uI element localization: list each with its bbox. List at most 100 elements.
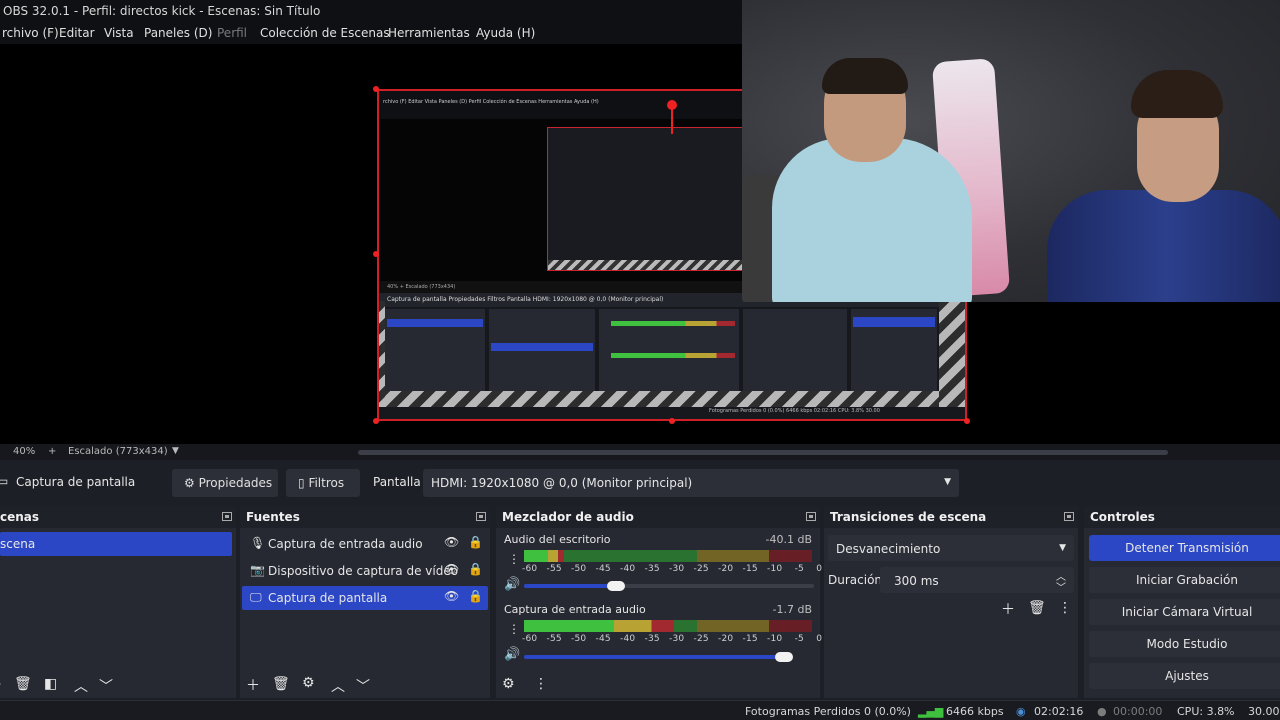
menu-help[interactable]: Ayuda (H)	[476, 26, 535, 40]
properties-button[interactable]: ⚙ Propiedades	[172, 469, 278, 497]
channel-name-desktop: Audio del escritorio	[504, 533, 611, 546]
studio-mode-button[interactable]: Modo Estudio	[1089, 631, 1280, 657]
menu-view[interactable]: Vista	[104, 26, 134, 40]
sources-title: Fuentes	[246, 510, 300, 524]
nested-inner-preview	[547, 127, 743, 271]
add-source-icon[interactable]: ＋	[246, 675, 260, 695]
window-title: OBS 32.0.1 - Perfil: directos kick - Esc…	[3, 4, 321, 18]
channel-db-audio-input: -1.7 dB	[772, 603, 813, 616]
volume-knob-desktop[interactable]	[607, 581, 625, 591]
transition-menu-icon[interactable]: ⋮	[1058, 600, 1072, 616]
chevron-down-icon[interactable]: ﹀	[99, 676, 113, 696]
menu-profile[interactable]: Perfil	[217, 26, 247, 40]
chevron-down-icon[interactable]: ﹀	[356, 676, 370, 696]
microphone-icon: 🎙	[250, 536, 266, 550]
menu-bar: rchivo (F) Editar Vista Paneles (D) Perf…	[0, 22, 742, 44]
menu-edit[interactable]: Editar	[59, 26, 95, 40]
filter-icon: ▯	[298, 476, 305, 490]
stream-time: 02:02:16	[1034, 705, 1084, 718]
resize-handle-br[interactable]	[964, 418, 970, 424]
menu-docks[interactable]: Paneles (D)	[144, 26, 212, 40]
source-item-video-capture[interactable]: 📷 Dispositivo de captura de vídeo 👁 🔒	[242, 559, 488, 583]
nested-transitions-dock	[743, 309, 847, 393]
undock-icon[interactable]	[1064, 512, 1074, 521]
zoom-dropdown-icon[interactable]: ▼	[172, 446, 179, 456]
record-icon: ●	[1097, 705, 1107, 718]
start-virtual-camera-button[interactable]: Iniciar Cámara Virtual	[1089, 599, 1280, 625]
resize-handle-b[interactable]	[669, 418, 675, 424]
nested-sources-dock	[489, 309, 595, 393]
scenes-title: cenas	[0, 510, 40, 524]
lock-icon[interactable]: 🔒	[468, 562, 483, 576]
lock-icon[interactable]: 🔒	[468, 535, 483, 549]
eye-icon[interactable]: 👁	[444, 589, 459, 603]
meter-scale: -60 -55 -50 -45 -40 -35 -30 -25 -20 -15 …	[522, 564, 823, 574]
zoom-in-button[interactable]: +	[48, 446, 56, 457]
add-transition-icon[interactable]: ＋	[1001, 599, 1015, 619]
nested-hazard-left	[379, 301, 385, 407]
undock-icon[interactable]	[222, 512, 232, 521]
selected-source-name: Captura de pantalla	[16, 475, 136, 489]
transitions-title: Transiciones de escena	[830, 510, 987, 524]
duration-label: Duración	[828, 573, 883, 587]
stop-streaming-button[interactable]: Detener Transmisión	[1089, 535, 1280, 561]
source-item-audio-input[interactable]: 🎙 Captura de entrada audio 👁 🔒	[242, 532, 488, 556]
menu-file[interactable]: rchivo (F)	[2, 26, 59, 40]
spin-down-icon[interactable]: ﹀	[1056, 579, 1066, 594]
chevron-down-icon: ▼	[944, 477, 951, 487]
dropped-frames: Fotogramas Perdidos 0 (0.0%)	[745, 705, 911, 718]
eye-icon[interactable]: 👁	[444, 535, 459, 549]
signal-bars-icon: ▂▄▆	[918, 705, 944, 718]
volume-slider-desktop[interactable]	[524, 584, 617, 588]
meter-scale: -60 -55 -50 -45 -40 -35 -30 -25 -20 -15 …	[522, 634, 823, 644]
undock-icon[interactable]	[806, 512, 816, 521]
menu-scene-collection[interactable]: Colección de Escenas	[260, 26, 390, 40]
nested-mixer-dock	[599, 309, 739, 393]
rotation-handle[interactable]	[667, 100, 677, 110]
filters-button[interactable]: ▯ Filtros	[286, 469, 360, 497]
status-bar: Fotogramas Perdidos 0 (0.0%) ▂▄▆ 6466 kb…	[0, 700, 1280, 720]
channel-name-audio-input: Captura de entrada audio	[504, 603, 646, 616]
duration-input[interactable]: 300 ms ︿ ﹀	[880, 567, 1074, 594]
trash-icon[interactable]: 🗑	[272, 676, 290, 692]
scenes-dock: cenas scena - 🗑 ◧ ︿ ﹀	[0, 506, 236, 698]
channel-menu-icon[interactable]: ⋮	[508, 552, 520, 566]
speaker-icon[interactable]: 🔊	[504, 647, 520, 662]
volume-knob-audio-input[interactable]	[775, 652, 793, 662]
transition-select[interactable]: Desvanecimiento ▼	[828, 535, 1074, 561]
controls-dock: Controles Detener Transmisión Iniciar Gr…	[1084, 506, 1280, 698]
add-scene-icon[interactable]: -	[0, 676, 1, 692]
source-item-screen-capture[interactable]: 🖵 Captura de pantalla 👁 🔒	[242, 586, 488, 610]
scene-filter-icon[interactable]: ◧	[44, 676, 57, 692]
menu-tools[interactable]: Herramientas	[388, 26, 470, 40]
resize-handle-bl[interactable]	[373, 418, 379, 424]
speaker-icon[interactable]: 🔊	[504, 577, 520, 592]
eye-icon[interactable]: 👁	[444, 562, 459, 576]
resize-handle-l[interactable]	[373, 251, 379, 257]
volume-slider-audio-input[interactable]	[524, 655, 785, 659]
nested-docks	[385, 309, 937, 393]
trash-icon[interactable]: 🗑	[1028, 600, 1046, 616]
settings-button[interactable]: Ajustes	[1089, 663, 1280, 689]
volume-meter-desktop	[524, 550, 812, 562]
preview-scrollbar[interactable]	[358, 450, 1168, 455]
mixer-menu-icon[interactable]: ⋮	[534, 676, 548, 692]
camera-icon: 📷	[250, 563, 265, 577]
chevron-up-icon[interactable]: ︿	[331, 676, 345, 696]
gear-icon[interactable]: ⚙	[302, 675, 315, 691]
nested-status: Fotogramas Perdidos 0 (0.0%) 6466 kbps 0…	[709, 408, 880, 414]
start-recording-button[interactable]: Iniciar Grabación	[1089, 567, 1280, 593]
display-select[interactable]: HDMI: 1920x1080 @ 0,0 (Monitor principal…	[423, 469, 959, 497]
undock-icon[interactable]	[476, 512, 486, 521]
chevron-up-icon[interactable]: ︿	[74, 676, 88, 696]
scene-transitions-dock: Transiciones de escena Desvanecimiento ▼…	[824, 506, 1078, 698]
resize-handle-tl[interactable]	[373, 86, 379, 92]
trash-icon[interactable]: 🗑	[14, 676, 32, 692]
scene-item[interactable]: scena	[0, 532, 232, 556]
audio-mixer-dock: Mezclador de audio Audio del escritorio …	[496, 506, 823, 698]
controls-title: Controles	[1090, 510, 1155, 524]
advanced-audio-gear-icon[interactable]: ⚙	[502, 676, 515, 692]
zoom-percent[interactable]: 40%	[13, 446, 35, 457]
lock-icon[interactable]: 🔒	[468, 589, 483, 603]
channel-menu-icon[interactable]: ⋮	[508, 622, 520, 636]
